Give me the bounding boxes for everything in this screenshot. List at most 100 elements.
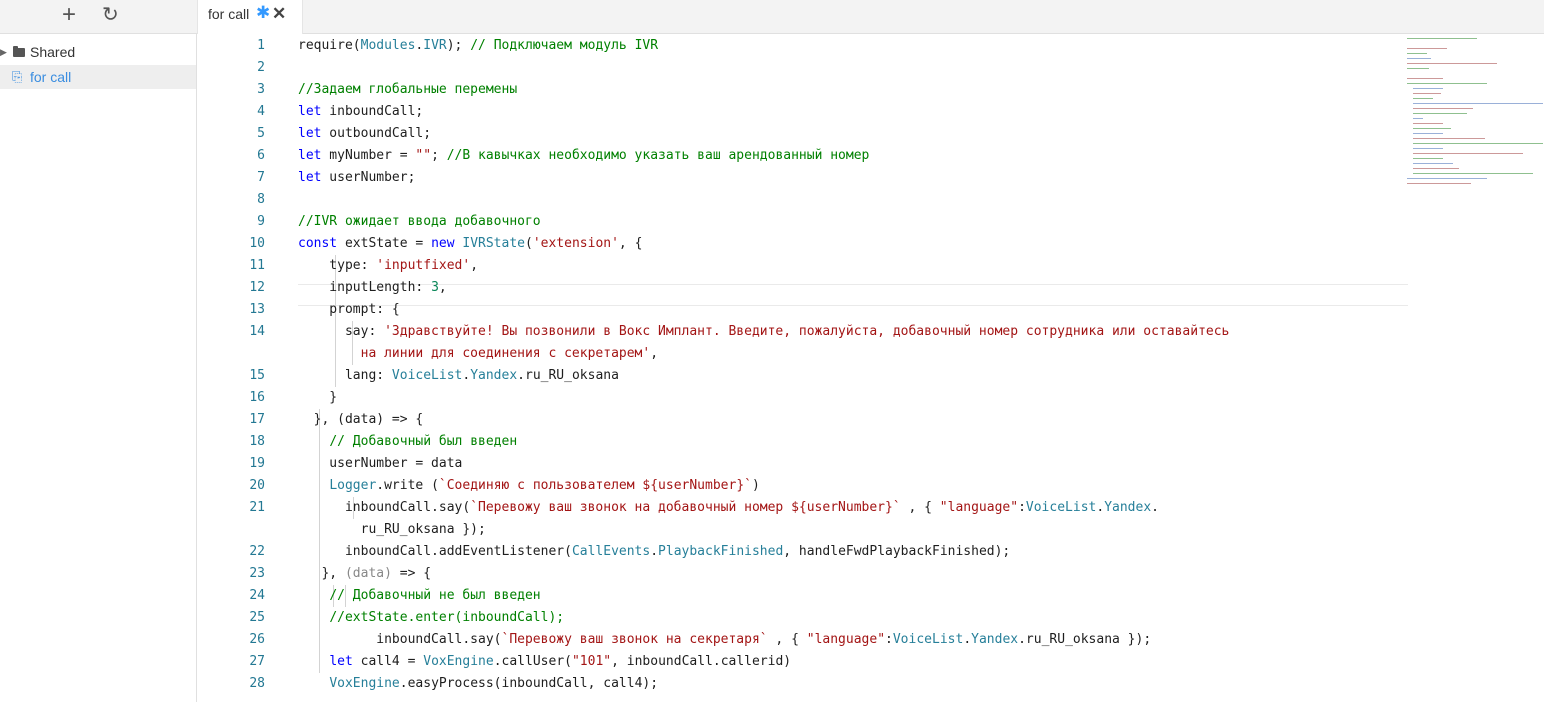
code-line: inboundCall.addEventListener(CallEvents.… <box>298 541 1010 563</box>
minimap-line <box>1407 83 1487 84</box>
code-token: VoxEngine <box>423 654 494 669</box>
file-icon: ⎘ <box>12 69 23 84</box>
line-number: 23 <box>249 566 265 581</box>
line-number: 19 <box>249 456 265 471</box>
code-token: . <box>650 544 659 559</box>
line-number: 3 <box>257 82 265 97</box>
code-token: 'extension' <box>532 236 619 251</box>
minimap-line <box>1407 178 1487 179</box>
minimap[interactable] <box>1405 34 1544 224</box>
line-number: 24 <box>249 588 265 603</box>
refresh-icon[interactable]: ↻ <box>102 3 119 27</box>
line-number: 2 <box>257 60 265 75</box>
code-token: : <box>885 632 893 647</box>
code-token: `Соединяю с пользователем ${userNumber}` <box>438 478 752 493</box>
folder-icon <box>13 46 25 57</box>
code-line: //extState.enter(inboundCall); <box>298 607 564 629</box>
minimap-line <box>1413 88 1443 89</box>
code-token: IVRState <box>462 236 525 251</box>
minimap-line <box>1413 113 1467 114</box>
code-token: require( <box>298 38 361 53</box>
code-token: ); <box>446 38 471 53</box>
code-token: (data) <box>344 566 392 581</box>
code-line: let outboundCall; <box>298 123 431 145</box>
code-editor[interactable]: 1 2 3 4 5 6 7 8 9 10 11 12 13 14 15 16 17 18 19 20 21 22 23 24 2… <box>197 34 1544 702</box>
code-token: inputLength: <box>298 280 432 295</box>
line-number: 1 <box>257 38 265 53</box>
minimap-line <box>1407 48 1447 49</box>
code-token: Yandex <box>470 368 518 383</box>
minimap-line <box>1413 143 1543 144</box>
minimap-line <box>1413 168 1459 169</box>
code-line: inboundCall.say(`Перевожу ваш звонок на … <box>298 629 1151 651</box>
tree-item-label: Shared <box>30 44 76 60</box>
code-token: extState = <box>337 236 432 251</box>
code-token: на линии для соединения с секретарем' <box>298 346 651 361</box>
code-line: inputLength: 3, <box>298 277 446 299</box>
code-token: //extState.enter(inboundCall); <box>329 610 565 625</box>
code-token: // Добавочный не был введен <box>329 588 541 603</box>
code-token: 'Здравствуйте! Вы позвонили в Вокс Импла… <box>384 324 1230 339</box>
line-number: 9 <box>257 214 265 229</box>
tree-item-shared[interactable]: ▶ Shared <box>0 40 196 64</box>
code-token: , handleFwdPlaybackFinished); <box>783 544 1011 559</box>
code-line: ru_RU_oksana }); <box>298 519 486 541</box>
code-token: "language" <box>806 632 886 647</box>
code-token: .callUser( <box>493 654 572 669</box>
minimap-line <box>1413 118 1423 119</box>
code-token: // Подключаем модуль IVR <box>470 38 659 53</box>
line-number: 25 <box>249 610 265 625</box>
chevron-right-icon[interactable]: ▶ <box>0 40 7 64</box>
tab-label: for call <box>208 6 250 22</box>
line-number: 14 <box>249 324 265 339</box>
code-token: }, (data) => { <box>298 412 424 427</box>
code-token: , <box>650 346 659 361</box>
code-token: new <box>431 236 455 251</box>
current-line-highlight <box>298 284 1408 306</box>
line-number: 16 <box>249 390 265 405</box>
code-line: Logger.write (`Соединяю с пользователем … <box>298 475 760 497</box>
line-number: 17 <box>249 412 265 427</box>
code-token: userNumber = data <box>298 456 463 471</box>
add-icon[interactable]: + <box>62 2 76 28</box>
code-token: . <box>1151 500 1159 515</box>
minimap-line <box>1413 133 1443 134</box>
line-number: 11 <box>249 258 265 273</box>
code-token: 'inputfixed' <box>376 258 471 273</box>
code-token: outboundCall; <box>321 126 432 141</box>
code-token: "101" <box>571 654 612 669</box>
code-token: .ru_RU_oksana <box>517 368 619 383</box>
code-token: prompt: { <box>298 302 400 317</box>
code-line: }, (data) => { <box>298 563 431 585</box>
code-token: //В кавычках необходимо указать ваш арен… <box>446 148 870 163</box>
close-icon[interactable]: ✕ <box>272 4 286 24</box>
code-token: inboundCall.addEventListener( <box>298 544 572 559</box>
code-token: "" <box>415 148 432 163</box>
line-number: 10 <box>249 236 265 251</box>
line-number: 27 <box>249 654 265 669</box>
code-line: inboundCall.say(`Перевожу ваш звонок на … <box>298 497 1159 519</box>
code-token: } <box>298 390 338 405</box>
code-token: .easyProcess(inboundCall, call4); <box>399 676 659 691</box>
line-number: 18 <box>249 434 265 449</box>
code-token: VoiceList <box>1025 500 1097 515</box>
code-token: CallEvents <box>571 544 651 559</box>
line-number: 21 <box>249 500 265 515</box>
tree-item-for-call[interactable]: ⎘ for call <box>0 65 196 89</box>
tab-for-call[interactable]: for call ✱ ✕ <box>197 0 303 34</box>
code-token: ( <box>525 236 533 251</box>
code-token: VoiceList <box>892 632 964 647</box>
code-token: Yandex <box>1104 500 1152 515</box>
code-token: //Задаем глобальные перемены <box>298 82 518 97</box>
line-number: 12 <box>249 280 265 295</box>
code-token: inboundCall.say( <box>298 632 502 647</box>
minimap-line <box>1407 58 1431 59</box>
code-token: .ru_RU_oksana }); <box>1018 632 1152 647</box>
line-number: 26 <box>249 632 265 647</box>
code-token: VoxEngine <box>329 676 400 691</box>
line-number: 22 <box>249 544 265 559</box>
code-token: `Перевожу ваш звонок на добавочный номер… <box>470 500 901 515</box>
